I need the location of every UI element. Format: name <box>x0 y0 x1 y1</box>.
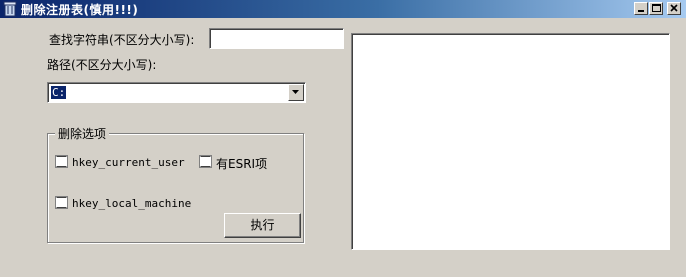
minimize-icon <box>638 10 644 12</box>
recycle-bin-icon <box>3 1 17 17</box>
hklm-checkbox[interactable] <box>55 196 68 209</box>
minimize-button[interactable] <box>634 2 648 15</box>
delete-options-title: 删除选项 <box>55 125 110 142</box>
path-label: 路径(不区分大小写): <box>47 58 157 72</box>
maximize-button[interactable] <box>649 2 663 15</box>
path-dropdown[interactable]: C: <box>47 82 306 103</box>
output-textarea[interactable] <box>351 33 670 250</box>
search-input[interactable] <box>209 28 344 49</box>
maximize-icon <box>652 4 661 12</box>
hkcu-checkbox[interactable] <box>55 155 68 168</box>
esri-checkbox[interactable] <box>199 155 212 168</box>
close-button[interactable] <box>667 2 681 15</box>
close-icon <box>670 4 678 12</box>
title-bar[interactable]: 删除注册表(慎用!!!) <box>0 0 686 18</box>
hklm-label[interactable]: hkey_local_machine <box>72 197 191 210</box>
esri-label[interactable]: 有ESRI项 <box>216 155 267 172</box>
path-selected-value: C: <box>51 86 67 99</box>
execute-button-label: 执行 <box>250 218 275 232</box>
execute-button[interactable]: 执行 <box>224 213 301 238</box>
window-title: 删除注册表(慎用!!!) <box>21 3 139 17</box>
hkcu-label[interactable]: hkey_current_user <box>72 156 185 169</box>
search-label: 查找字符串(不区分大小写): <box>49 33 195 47</box>
dropdown-button[interactable] <box>288 84 304 101</box>
chevron-down-icon <box>292 90 299 94</box>
